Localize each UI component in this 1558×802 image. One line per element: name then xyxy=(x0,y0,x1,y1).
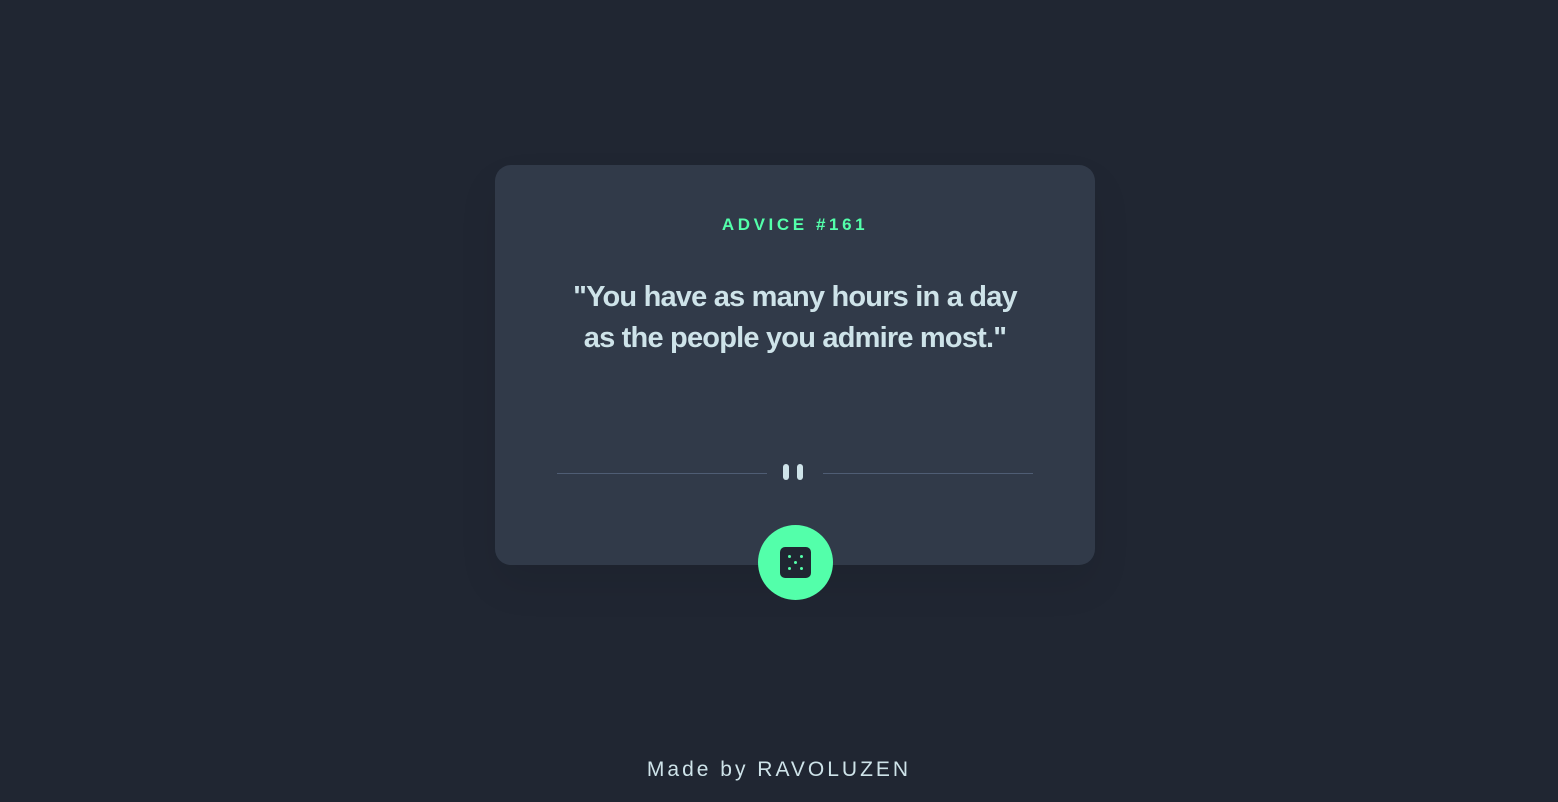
dice-icon xyxy=(780,547,811,578)
advice-id: ADVICE #161 xyxy=(721,215,869,234)
advice-card: ADVICE #161 "You have as many hours in a… xyxy=(495,165,1095,565)
new-advice-button[interactable] xyxy=(758,525,833,600)
divider-line-left xyxy=(557,473,767,474)
pause-icon xyxy=(783,464,807,482)
advice-quote: "You have as many hours in a day as the … xyxy=(573,281,1018,354)
footer-credit: Made by RAVOLUZEN xyxy=(646,758,912,781)
divider-line-right xyxy=(823,473,1033,474)
divider xyxy=(557,463,1033,483)
page: ADVICE #161 "You have as many hours in a… xyxy=(0,0,1558,802)
